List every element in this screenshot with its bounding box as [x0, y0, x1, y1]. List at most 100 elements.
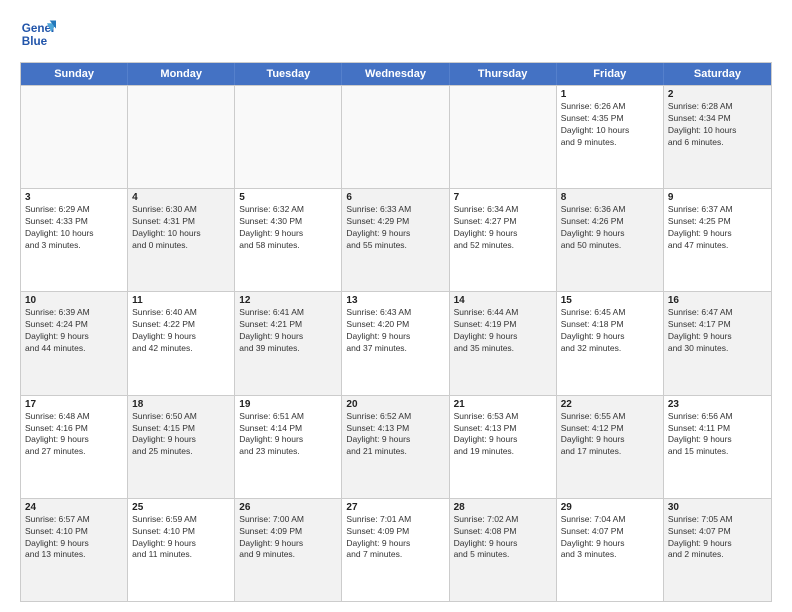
- calendar-cell: [235, 86, 342, 188]
- calendar-cell: 30Sunrise: 7:05 AM Sunset: 4:07 PM Dayli…: [664, 499, 771, 601]
- calendar-cell: [450, 86, 557, 188]
- calendar-cell: 20Sunrise: 6:52 AM Sunset: 4:13 PM Dayli…: [342, 396, 449, 498]
- svg-text:Blue: Blue: [22, 35, 48, 48]
- day-info: Sunrise: 6:28 AM Sunset: 4:34 PM Dayligh…: [668, 101, 767, 149]
- day-info: Sunrise: 6:50 AM Sunset: 4:15 PM Dayligh…: [132, 411, 230, 459]
- day-number: 18: [132, 399, 230, 410]
- calendar-cell: 3Sunrise: 6:29 AM Sunset: 4:33 PM Daylig…: [21, 189, 128, 291]
- calendar-cell: 5Sunrise: 6:32 AM Sunset: 4:30 PM Daylig…: [235, 189, 342, 291]
- calendar-cell: 13Sunrise: 6:43 AM Sunset: 4:20 PM Dayli…: [342, 292, 449, 394]
- day-info: Sunrise: 7:05 AM Sunset: 4:07 PM Dayligh…: [668, 514, 767, 562]
- calendar-cell: 22Sunrise: 6:55 AM Sunset: 4:12 PM Dayli…: [557, 396, 664, 498]
- calendar-cell: [342, 86, 449, 188]
- day-number: 26: [239, 502, 337, 513]
- day-info: Sunrise: 6:53 AM Sunset: 4:13 PM Dayligh…: [454, 411, 552, 459]
- calendar-row: 10Sunrise: 6:39 AM Sunset: 4:24 PM Dayli…: [21, 291, 771, 394]
- calendar-cell: 2Sunrise: 6:28 AM Sunset: 4:34 PM Daylig…: [664, 86, 771, 188]
- day-number: 8: [561, 192, 659, 203]
- calendar-cell: 15Sunrise: 6:45 AM Sunset: 4:18 PM Dayli…: [557, 292, 664, 394]
- calendar-cell: 27Sunrise: 7:01 AM Sunset: 4:09 PM Dayli…: [342, 499, 449, 601]
- calendar-row: 17Sunrise: 6:48 AM Sunset: 4:16 PM Dayli…: [21, 395, 771, 498]
- day-info: Sunrise: 6:56 AM Sunset: 4:11 PM Dayligh…: [668, 411, 767, 459]
- day-info: Sunrise: 6:32 AM Sunset: 4:30 PM Dayligh…: [239, 204, 337, 252]
- day-number: 9: [668, 192, 767, 203]
- day-info: Sunrise: 7:01 AM Sunset: 4:09 PM Dayligh…: [346, 514, 444, 562]
- calendar-header-cell: Friday: [557, 63, 664, 85]
- calendar-cell: 8Sunrise: 6:36 AM Sunset: 4:26 PM Daylig…: [557, 189, 664, 291]
- day-number: 6: [346, 192, 444, 203]
- day-number: 3: [25, 192, 123, 203]
- day-number: 2: [668, 89, 767, 100]
- calendar-header-cell: Thursday: [450, 63, 557, 85]
- day-number: 1: [561, 89, 659, 100]
- day-number: 5: [239, 192, 337, 203]
- day-info: Sunrise: 6:34 AM Sunset: 4:27 PM Dayligh…: [454, 204, 552, 252]
- calendar-cell: 14Sunrise: 6:44 AM Sunset: 4:19 PM Dayli…: [450, 292, 557, 394]
- calendar-header-cell: Wednesday: [342, 63, 449, 85]
- calendar-cell: 1Sunrise: 6:26 AM Sunset: 4:35 PM Daylig…: [557, 86, 664, 188]
- calendar-cell: 10Sunrise: 6:39 AM Sunset: 4:24 PM Dayli…: [21, 292, 128, 394]
- day-number: 12: [239, 295, 337, 306]
- day-info: Sunrise: 6:26 AM Sunset: 4:35 PM Dayligh…: [561, 101, 659, 149]
- day-info: Sunrise: 6:57 AM Sunset: 4:10 PM Dayligh…: [25, 514, 123, 562]
- day-number: 15: [561, 295, 659, 306]
- calendar-cell: 26Sunrise: 7:00 AM Sunset: 4:09 PM Dayli…: [235, 499, 342, 601]
- calendar-header: SundayMondayTuesdayWednesdayThursdayFrid…: [21, 63, 771, 85]
- calendar-cell: 29Sunrise: 7:04 AM Sunset: 4:07 PM Dayli…: [557, 499, 664, 601]
- day-number: 27: [346, 502, 444, 513]
- calendar-header-cell: Saturday: [664, 63, 771, 85]
- calendar-cell: 6Sunrise: 6:33 AM Sunset: 4:29 PM Daylig…: [342, 189, 449, 291]
- day-number: 17: [25, 399, 123, 410]
- calendar-cell: 21Sunrise: 6:53 AM Sunset: 4:13 PM Dayli…: [450, 396, 557, 498]
- calendar-row: 3Sunrise: 6:29 AM Sunset: 4:33 PM Daylig…: [21, 188, 771, 291]
- day-info: Sunrise: 6:55 AM Sunset: 4:12 PM Dayligh…: [561, 411, 659, 459]
- page: General Blue SundayMondayTuesdayWednesda…: [0, 0, 792, 612]
- day-number: 22: [561, 399, 659, 410]
- day-info: Sunrise: 6:30 AM Sunset: 4:31 PM Dayligh…: [132, 204, 230, 252]
- day-number: 16: [668, 295, 767, 306]
- logo: General Blue: [20, 16, 56, 52]
- logo-icon: General Blue: [20, 16, 56, 52]
- calendar-body: 1Sunrise: 6:26 AM Sunset: 4:35 PM Daylig…: [21, 85, 771, 601]
- day-number: 11: [132, 295, 230, 306]
- day-number: 13: [346, 295, 444, 306]
- day-info: Sunrise: 7:00 AM Sunset: 4:09 PM Dayligh…: [239, 514, 337, 562]
- day-info: Sunrise: 6:37 AM Sunset: 4:25 PM Dayligh…: [668, 204, 767, 252]
- calendar-cell: 19Sunrise: 6:51 AM Sunset: 4:14 PM Dayli…: [235, 396, 342, 498]
- day-number: 28: [454, 502, 552, 513]
- calendar-cell: 18Sunrise: 6:50 AM Sunset: 4:15 PM Dayli…: [128, 396, 235, 498]
- calendar-cell: [128, 86, 235, 188]
- calendar-cell: 23Sunrise: 6:56 AM Sunset: 4:11 PM Dayli…: [664, 396, 771, 498]
- calendar-row: 24Sunrise: 6:57 AM Sunset: 4:10 PM Dayli…: [21, 498, 771, 601]
- calendar-cell: 11Sunrise: 6:40 AM Sunset: 4:22 PM Dayli…: [128, 292, 235, 394]
- calendar-cell: 16Sunrise: 6:47 AM Sunset: 4:17 PM Dayli…: [664, 292, 771, 394]
- day-info: Sunrise: 6:43 AM Sunset: 4:20 PM Dayligh…: [346, 307, 444, 355]
- day-info: Sunrise: 6:36 AM Sunset: 4:26 PM Dayligh…: [561, 204, 659, 252]
- calendar-cell: 12Sunrise: 6:41 AM Sunset: 4:21 PM Dayli…: [235, 292, 342, 394]
- day-info: Sunrise: 6:45 AM Sunset: 4:18 PM Dayligh…: [561, 307, 659, 355]
- day-info: Sunrise: 6:59 AM Sunset: 4:10 PM Dayligh…: [132, 514, 230, 562]
- day-number: 20: [346, 399, 444, 410]
- calendar-cell: 25Sunrise: 6:59 AM Sunset: 4:10 PM Dayli…: [128, 499, 235, 601]
- day-number: 30: [668, 502, 767, 513]
- day-info: Sunrise: 6:47 AM Sunset: 4:17 PM Dayligh…: [668, 307, 767, 355]
- day-number: 7: [454, 192, 552, 203]
- calendar-cell: 9Sunrise: 6:37 AM Sunset: 4:25 PM Daylig…: [664, 189, 771, 291]
- day-number: 23: [668, 399, 767, 410]
- day-number: 19: [239, 399, 337, 410]
- day-number: 25: [132, 502, 230, 513]
- header: General Blue: [20, 16, 772, 52]
- day-info: Sunrise: 6:48 AM Sunset: 4:16 PM Dayligh…: [25, 411, 123, 459]
- day-number: 24: [25, 502, 123, 513]
- day-info: Sunrise: 7:04 AM Sunset: 4:07 PM Dayligh…: [561, 514, 659, 562]
- calendar-cell: 17Sunrise: 6:48 AM Sunset: 4:16 PM Dayli…: [21, 396, 128, 498]
- day-info: Sunrise: 6:29 AM Sunset: 4:33 PM Dayligh…: [25, 204, 123, 252]
- day-number: 4: [132, 192, 230, 203]
- calendar-header-cell: Tuesday: [235, 63, 342, 85]
- day-info: Sunrise: 7:02 AM Sunset: 4:08 PM Dayligh…: [454, 514, 552, 562]
- calendar-header-cell: Sunday: [21, 63, 128, 85]
- day-info: Sunrise: 6:41 AM Sunset: 4:21 PM Dayligh…: [239, 307, 337, 355]
- calendar-cell: 7Sunrise: 6:34 AM Sunset: 4:27 PM Daylig…: [450, 189, 557, 291]
- calendar-cell: 24Sunrise: 6:57 AM Sunset: 4:10 PM Dayli…: [21, 499, 128, 601]
- calendar-row: 1Sunrise: 6:26 AM Sunset: 4:35 PM Daylig…: [21, 85, 771, 188]
